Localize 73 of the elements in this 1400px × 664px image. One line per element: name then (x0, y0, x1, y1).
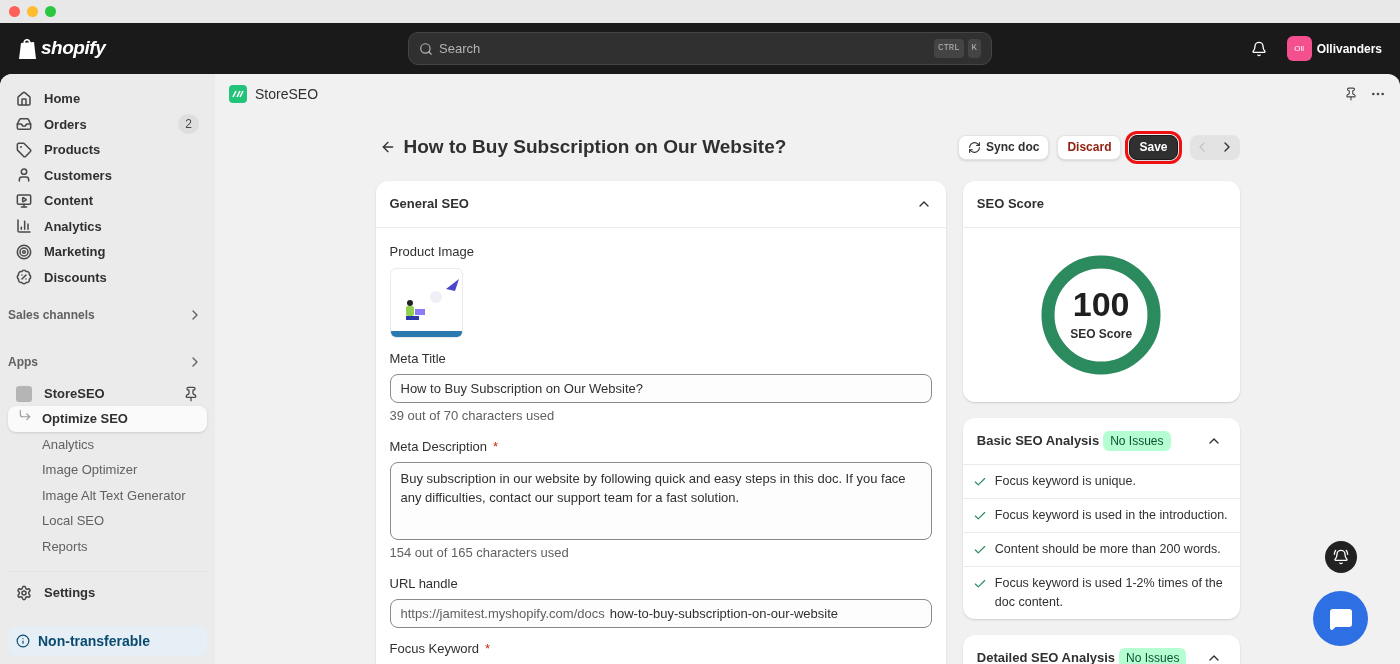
sub-nav-item[interactable]: Reports (8, 533, 207, 559)
tag-icon (16, 141, 32, 158)
bell-icon (1333, 549, 1349, 565)
page-title: How to Buy Subscription on Our Website? (403, 134, 787, 159)
store-name[interactable]: Ollivanders (1316, 39, 1382, 58)
app-title: StoreSEO (255, 84, 319, 104)
discard-button[interactable]: Discard (1057, 134, 1122, 160)
description-textarea[interactable]: Buy subscription in our website by following quick and easy steps in this doc. If you face any difficulties, contact our support team for a fast solution. (389, 462, 932, 540)
bar-chart-icon (16, 218, 32, 235)
inbox-icon (16, 116, 32, 133)
nav-item[interactable]: Home (8, 86, 207, 112)
app-icon (16, 385, 32, 402)
card-title: Basic SEO Analysis (976, 432, 1100, 451)
section-header[interactable]: Apps (8, 350, 207, 374)
url-field[interactable]: https://jamitest.myshopify.com/docs how-to-buy-subscription-on-our-website (389, 599, 932, 628)
brand-logo[interactable]: shopify (41, 34, 106, 63)
notice-banner[interactable]: Non-transferable (8, 626, 207, 656)
pin-icon[interactable] (183, 385, 199, 402)
sub-nav-item[interactable]: Analytics (8, 431, 207, 457)
sync-button[interactable]: Sync doc (958, 134, 1050, 160)
target-icon (16, 243, 32, 260)
nav-item[interactable]: Products (8, 137, 207, 163)
check-text: Focus keyword is used 1-2% times of the doc content. (994, 575, 1224, 611)
field-label: Focus Keyword (389, 640, 480, 658)
status-badge: No Issues (1119, 648, 1187, 664)
card-title: SEO Score (976, 195, 1045, 214)
field-label: Product Image (389, 243, 475, 261)
required-mark: * (493, 437, 499, 456)
field-label: URL handle (389, 574, 458, 593)
sub-nav-item[interactable]: Image Alt Text Generator (8, 482, 207, 508)
notification-bell-icon[interactable] (1250, 40, 1267, 57)
card-title: General SEO (389, 195, 469, 214)
helper-text: 154 out of 165 characters used (389, 544, 570, 562)
required-mark: * (485, 640, 491, 658)
field-label: Meta Description (389, 437, 488, 456)
gear-icon (16, 585, 32, 601)
info-icon (16, 634, 30, 648)
text-field[interactable]: How to Buy Subscription on Our Website? (389, 374, 932, 403)
status-badge: No Issues (1103, 431, 1171, 451)
app-logo-icon (229, 85, 247, 103)
check-text: Content should be more than 200 words. (994, 541, 1221, 558)
pin-icon[interactable] (1344, 87, 1358, 101)
nav-item[interactable]: Discounts (8, 264, 207, 290)
badge-percent-icon (16, 269, 32, 286)
nav-item[interactable]: Settings (8, 580, 207, 606)
section-header[interactable]: Sales channels (8, 303, 207, 327)
nav-item[interactable]: Analytics (8, 213, 207, 239)
field-label: Meta Title (389, 349, 446, 368)
branch-icon (18, 407, 32, 422)
chat-icon (1328, 606, 1353, 631)
sync-icon (968, 140, 982, 154)
search-field[interactable]: Search CTRL K (408, 32, 992, 65)
shortcut-key: K (967, 38, 981, 59)
nav-item[interactable]: Marketing (8, 239, 207, 265)
shopping-bag-icon (18, 37, 37, 60)
nav-item[interactable]: StoreSEO (44, 383, 105, 404)
score-caption: SEO Score (1070, 326, 1133, 343)
search-icon (419, 41, 433, 56)
nav-item[interactable]: Orders 2 (8, 111, 207, 137)
count-badge: 2 (178, 114, 199, 135)
person-icon (16, 167, 32, 184)
sub-nav-item[interactable]: Optimize SEO (8, 406, 207, 432)
sub-nav-item[interactable]: Image Optimizer (8, 457, 207, 483)
check-text: Focus keyword is used in the introduction. (994, 507, 1228, 524)
check-text: Focus keyword is unique. (994, 473, 1136, 490)
shortcut-key: CTRL (934, 38, 964, 59)
home-icon (16, 90, 32, 107)
helper-text: 39 out of 70 characters used (389, 407, 556, 425)
nav-item[interactable]: Customers (8, 162, 207, 188)
score-value: 100 (1072, 287, 1130, 321)
nav-item[interactable]: Content (8, 188, 207, 214)
product-image[interactable] (389, 267, 463, 338)
sub-nav-item[interactable]: Local SEO (8, 508, 207, 534)
